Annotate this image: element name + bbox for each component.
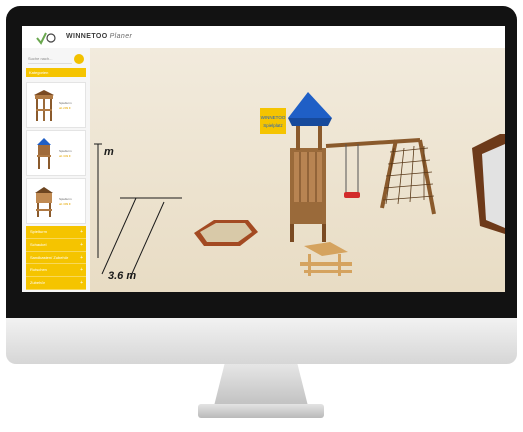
sign-board: WINNETOO Spielplatz — [260, 108, 286, 134]
product-name: Spielturm — [59, 197, 72, 201]
gazebo-tower-icon — [34, 90, 54, 121]
product-card[interactable]: Spielturm ab 299 € — [26, 82, 86, 128]
product-card[interactable]: Spielturm ab 399 € — [26, 178, 86, 224]
category-item[interactable]: Zubehör + — [26, 277, 86, 290]
blue-roof-tower-icon — [37, 138, 51, 169]
expand-icon: + — [80, 229, 83, 235]
category-list: Spielturm + Schaukel + Sandkasten/ Zubehör… — [26, 226, 86, 290]
search-icon[interactable] — [74, 54, 84, 64]
expand-icon: + — [80, 254, 83, 261]
svg-text:Spielplatz: Spielplatz — [263, 123, 283, 128]
dimension-label-bottom: 3.6 m — [108, 270, 137, 282]
dimension-label-top: m — [104, 146, 114, 158]
sidebar: Suche nach... Kategorien Spielturm ab 29… — [22, 48, 91, 292]
logo-icon — [36, 32, 56, 45]
product-card[interactable]: Spielturm ab 349 € — [26, 130, 86, 176]
expand-icon: + — [80, 267, 83, 274]
svg-text:WINNETOO: WINNETOO — [261, 115, 286, 120]
app-screen: WINNETOO Planer Suche nach... Kategorien … — [22, 26, 505, 292]
category-item[interactable]: Sandkasten/ Zubehör + — [26, 252, 86, 265]
hexagon-tower-icon — [35, 187, 53, 217]
monitor-base — [198, 404, 324, 418]
monitor-chin — [6, 318, 517, 364]
play-tower[interactable] — [288, 92, 332, 242]
product-price: ab 299 € — [59, 106, 71, 110]
product-price: ab 349 € — [59, 154, 71, 158]
expand-icon: + — [80, 280, 83, 287]
category-item[interactable]: Rutschen + — [26, 264, 86, 278]
category-item[interactable]: Schaukel + — [26, 239, 86, 252]
search-input[interactable]: Suche nach... — [28, 55, 72, 64]
product-name: Spielturm — [59, 149, 72, 153]
product-price: ab 399 € — [59, 202, 71, 206]
expand-icon: + — [80, 241, 83, 248]
brand-title: WINNETOO Planer — [66, 33, 133, 40]
3d-scene[interactable]: WINNETOO Spielplatz m 3.6 m — [90, 48, 505, 292]
search-bar: Suche nach... — [28, 54, 84, 64]
product-name: Spielturm — [59, 101, 72, 105]
category-tab[interactable]: Kategorien — [26, 68, 86, 77]
scene-canvas: WINNETOO Spielplatz — [90, 48, 505, 292]
category-item[interactable]: Spielturm + — [26, 226, 86, 239]
app-header: WINNETOO Planer — [22, 26, 505, 48]
